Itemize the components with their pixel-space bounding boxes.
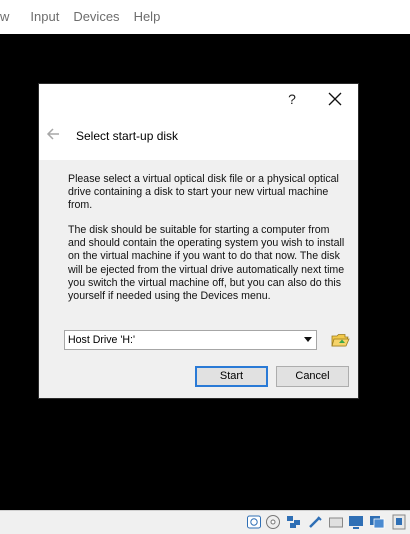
- select-startup-disk-dialog: ? Select start-up disk Please select a v…: [39, 84, 358, 398]
- usb-icon[interactable]: [307, 514, 323, 530]
- disk-select-combobox[interactable]: Host Drive 'H:': [64, 330, 317, 350]
- display-icon[interactable]: [348, 514, 364, 530]
- menu-devices[interactable]: Devices: [66, 0, 126, 34]
- optical-disk-icon[interactable]: [265, 514, 281, 530]
- menu-help[interactable]: Help: [127, 0, 168, 34]
- vm-menubar: w Input Devices Help: [0, 0, 410, 35]
- menu-view[interactable]: w: [0, 0, 16, 34]
- instruction-text: Please select a virtual optical disk fil…: [68, 173, 339, 212]
- shared-folder-icon[interactable]: [328, 514, 344, 530]
- back-arrow-icon[interactable]: [45, 125, 63, 143]
- dialog-header: Select start-up disk: [39, 114, 358, 160]
- dialog-title: Select start-up disk: [76, 129, 179, 143]
- close-icon[interactable]: [323, 87, 347, 111]
- vm-statusbar: [0, 510, 410, 534]
- choose-disk-file-folder-icon[interactable]: [330, 330, 350, 350]
- hard-disk-icon[interactable]: [246, 514, 262, 530]
- help-button[interactable]: ?: [281, 88, 303, 110]
- recording-icon[interactable]: [391, 514, 407, 530]
- dialog-titlebar: ?: [39, 84, 358, 114]
- description-text: The disk should be suitable for starting…: [68, 224, 345, 303]
- start-button[interactable]: Start: [195, 366, 268, 387]
- dialog-body: Please select a virtual optical disk fil…: [39, 160, 358, 398]
- chevron-down-icon: [304, 337, 312, 342]
- cancel-button[interactable]: Cancel: [276, 366, 349, 387]
- menu-input[interactable]: Input: [23, 0, 66, 34]
- network-icon[interactable]: [286, 514, 302, 530]
- capture-icon[interactable]: [369, 514, 385, 530]
- disk-select-value: Host Drive 'H:': [68, 334, 136, 346]
